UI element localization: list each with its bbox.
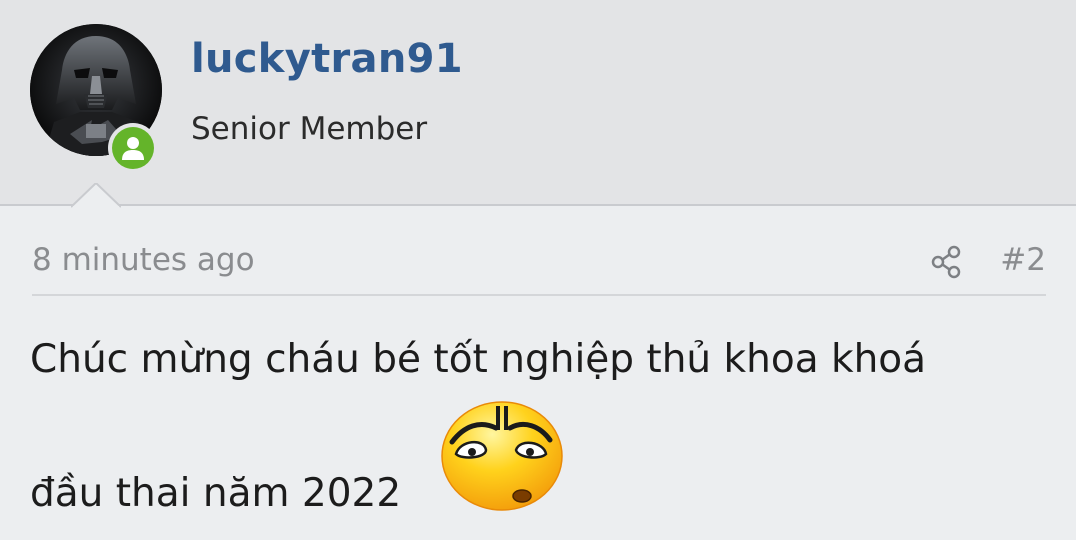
user-icon: [122, 137, 144, 160]
message-line-1: Chúc mừng cháu bé tốt nghiệp thủ khoa kh…: [30, 337, 927, 382]
worried-smiley-icon: [441, 401, 563, 511]
post-meta-row: 8 minutes ago #2: [32, 240, 1046, 296]
username-link[interactable]: luckytran91: [191, 36, 463, 82]
forum-post: luckytran91 Senior Member 8 minutes ago …: [0, 0, 1076, 540]
post-message: Chúc mừng cháu bé tốt nghiệp thủ khoa kh…: [30, 330, 1040, 516]
user-title: Senior Member: [191, 111, 428, 147]
post-user-header: luckytran91 Senior Member: [0, 0, 1076, 208]
share-icon: [931, 245, 961, 279]
online-indicator: [112, 127, 154, 169]
message-line-2: đầu thai năm 2022: [30, 471, 402, 516]
online-status-badge: [108, 123, 158, 173]
post-number-link[interactable]: #2: [1000, 242, 1046, 278]
post-timestamp[interactable]: 8 minutes ago: [32, 242, 255, 278]
message-caret: [71, 183, 121, 208]
share-button[interactable]: [928, 242, 964, 282]
